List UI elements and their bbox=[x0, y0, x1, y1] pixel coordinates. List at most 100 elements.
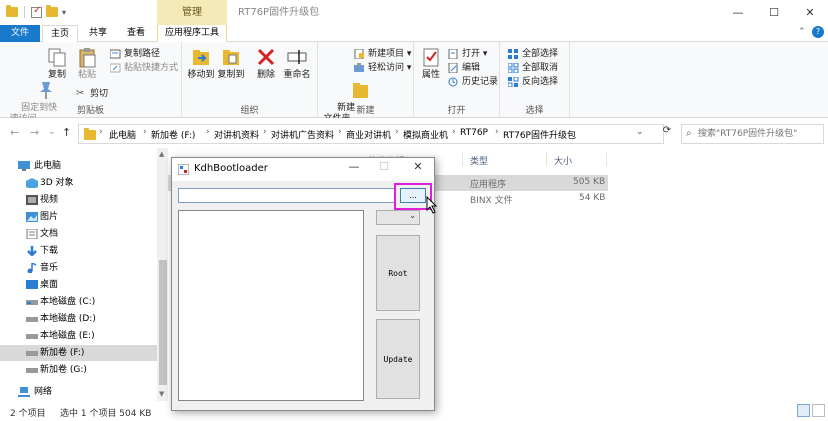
selection-info: 选中 1 个项目 504 KB bbox=[60, 409, 152, 419]
nav-item-this-pc[interactable]: 此电脑 bbox=[0, 158, 157, 174]
customize-qat-icon[interactable]: ▾ bbox=[62, 8, 66, 17]
folder-icon bbox=[6, 5, 18, 17]
forward-button[interactable]: → bbox=[30, 126, 39, 139]
title-bar: ▾ 管理 RT76P固件升级包 — ☐ ✕ bbox=[0, 0, 828, 25]
search-icon: ⌕ bbox=[686, 128, 692, 139]
help-icon[interactable]: ? bbox=[812, 26, 824, 38]
open-button[interactable]: 打开 ▾ bbox=[448, 48, 487, 60]
move-to-button[interactable]: 移动到 bbox=[186, 46, 216, 81]
tab-view[interactable]: 查看 bbox=[118, 25, 154, 42]
recent-locations-button[interactable]: ⌄ bbox=[48, 127, 56, 137]
nav-item-documents[interactable]: 文档 bbox=[0, 226, 157, 242]
rename-button[interactable]: 重命名 bbox=[282, 46, 312, 81]
history-button[interactable]: 历史记录 bbox=[448, 76, 498, 88]
column-header-type[interactable]: 类型 bbox=[470, 154, 488, 167]
tab-file[interactable]: 文件 bbox=[0, 25, 40, 42]
back-button[interactable]: ← bbox=[10, 126, 19, 139]
delete-button[interactable]: 删除 bbox=[254, 46, 278, 81]
new-item-button[interactable]: 新建项目 ▾ bbox=[354, 48, 411, 60]
properties-icon bbox=[420, 46, 442, 68]
search-box[interactable]: ⌕ bbox=[681, 124, 824, 144]
dialog-title-bar: KdhBootloader — ☐ ✕ bbox=[172, 158, 434, 181]
file-path-input[interactable] bbox=[178, 188, 396, 203]
chevron-down-icon: ⌄ bbox=[409, 211, 416, 220]
properties-button[interactable]: 属性 bbox=[418, 46, 444, 81]
folder-icon bbox=[84, 128, 96, 140]
details-view-button[interactable] bbox=[797, 404, 810, 417]
dialog-minimize-button[interactable]: — bbox=[342, 160, 366, 173]
select-all-button[interactable]: 全部选择 bbox=[508, 48, 558, 60]
address-bar[interactable]: › 此电脑 › 新加卷 (F:) › 对讲机资料 › 对讲机广告资料 › 商业对… bbox=[78, 124, 664, 144]
chevron-right-icon: › bbox=[206, 127, 210, 137]
close-button[interactable]: ✕ bbox=[792, 0, 828, 25]
nav-scrollbar[interactable]: ▲ ▼ bbox=[157, 148, 168, 401]
nav-item-pictures[interactable]: 图片 bbox=[0, 209, 157, 225]
edit-icon bbox=[448, 63, 458, 73]
context-tab-header: 管理 bbox=[157, 0, 227, 25]
large-icons-view-button[interactable] bbox=[812, 404, 825, 417]
ribbon-minimize-icon[interactable]: ⌃ bbox=[798, 27, 806, 37]
nav-item-drive-c[interactable]: 本地磁盘 (C:) bbox=[0, 294, 157, 310]
paste-shortcut-button[interactable]: 粘贴快捷方式 bbox=[110, 62, 178, 74]
update-button[interactable]: Update bbox=[376, 319, 420, 399]
breadcrumb-item[interactable]: 对讲机资料 bbox=[214, 128, 259, 141]
dialog-title: KdhBootloader bbox=[194, 163, 268, 174]
port-select[interactable]: ⌄ bbox=[376, 210, 420, 225]
breadcrumb-item[interactable]: 商业对讲机 bbox=[346, 128, 391, 141]
select-none-button[interactable]: 全部取消 bbox=[508, 62, 558, 74]
breadcrumb-item[interactable]: 新加卷 (F:) bbox=[151, 128, 195, 141]
root-button[interactable]: Root bbox=[376, 235, 420, 311]
file-type: BINX 文件 bbox=[470, 196, 513, 206]
copy-to-icon bbox=[220, 46, 242, 68]
nav-item-drive-d[interactable]: 本地磁盘 (D:) bbox=[0, 311, 157, 327]
nav-item-network[interactable]: 网络 bbox=[0, 384, 157, 400]
column-header-size[interactable]: 大小 bbox=[554, 154, 572, 167]
new-item-icon bbox=[354, 49, 364, 59]
maximize-button[interactable]: ☐ bbox=[756, 0, 792, 25]
nav-item-downloads[interactable]: 下载 bbox=[0, 243, 157, 259]
nav-item-desktop[interactable]: 桌面 bbox=[0, 277, 157, 293]
nav-item-videos[interactable]: 视频 bbox=[0, 192, 157, 208]
breadcrumb-item[interactable]: 模拟商业机 bbox=[403, 128, 448, 141]
open-icon bbox=[448, 49, 458, 59]
easy-access-button[interactable]: 轻松访问 ▾ bbox=[354, 62, 411, 74]
invert-selection-icon bbox=[508, 77, 519, 87]
tab-home[interactable]: 主页 bbox=[42, 25, 78, 42]
breadcrumb-item[interactable]: 此电脑 bbox=[109, 128, 136, 141]
refresh-button[interactable]: ⟳ bbox=[657, 125, 677, 143]
copy-button[interactable]: 复制 bbox=[44, 46, 70, 81]
tab-share[interactable]: 共享 bbox=[80, 25, 116, 42]
scroll-down-icon[interactable]: ▼ bbox=[159, 390, 164, 398]
log-listbox[interactable] bbox=[178, 210, 364, 401]
nav-item-music[interactable]: 音乐 bbox=[0, 260, 157, 276]
up-button[interactable]: ↑ bbox=[62, 126, 71, 139]
invert-selection-button[interactable]: 反向选择 bbox=[508, 76, 558, 88]
cut-button[interactable]: ✂ 剪切 bbox=[76, 88, 108, 100]
new-folder-icon[interactable] bbox=[46, 5, 58, 17]
edit-button[interactable]: 编辑 bbox=[448, 62, 480, 74]
copy-path-button[interactable]: 复制路径 bbox=[110, 48, 160, 60]
scroll-up-icon[interactable]: ▲ bbox=[159, 150, 164, 158]
copy-to-button[interactable]: 复制到 bbox=[216, 46, 246, 81]
paste-button[interactable]: 粘贴 bbox=[74, 46, 100, 81]
bootloader-dialog: KdhBootloader — ☐ ✕ ... ⌄ Root Update bbox=[171, 157, 438, 411]
nav-item-drive-g[interactable]: 新加卷 (G:) bbox=[0, 362, 157, 378]
dialog-maximize-button[interactable]: ☐ bbox=[372, 160, 396, 173]
nav-item-drive-e[interactable]: 本地磁盘 (E:) bbox=[0, 328, 157, 344]
chevron-down-icon[interactable]: ⌄ bbox=[636, 127, 644, 137]
minimize-button[interactable]: — bbox=[720, 0, 756, 25]
scrollbar-thumb[interactable] bbox=[159, 260, 167, 385]
search-input[interactable] bbox=[698, 125, 823, 143]
properties-icon[interactable] bbox=[31, 5, 42, 18]
quick-access-toolbar: ▾ bbox=[6, 5, 66, 18]
group-clipboard: 固定到快 速访问 复制 粘贴 复制路径 粘贴快捷方式 ✂ 剪切 剪贴板 bbox=[0, 42, 182, 124]
rename-icon bbox=[286, 46, 308, 68]
breadcrumb-item[interactable]: RT76P bbox=[460, 128, 488, 138]
tab-application-tools[interactable]: 应用程序工具 bbox=[157, 25, 227, 42]
copy-icon bbox=[46, 46, 68, 68]
breadcrumb-item[interactable]: RT76P固件升级包 bbox=[503, 128, 576, 141]
nav-item-drive-f[interactable]: 新加卷 (F:) bbox=[0, 345, 157, 361]
dialog-close-button[interactable]: ✕ bbox=[406, 160, 430, 173]
breadcrumb-item[interactable]: 对讲机广告资料 bbox=[271, 128, 334, 141]
nav-item-3d-objects[interactable]: 3D 对象 bbox=[0, 175, 157, 191]
